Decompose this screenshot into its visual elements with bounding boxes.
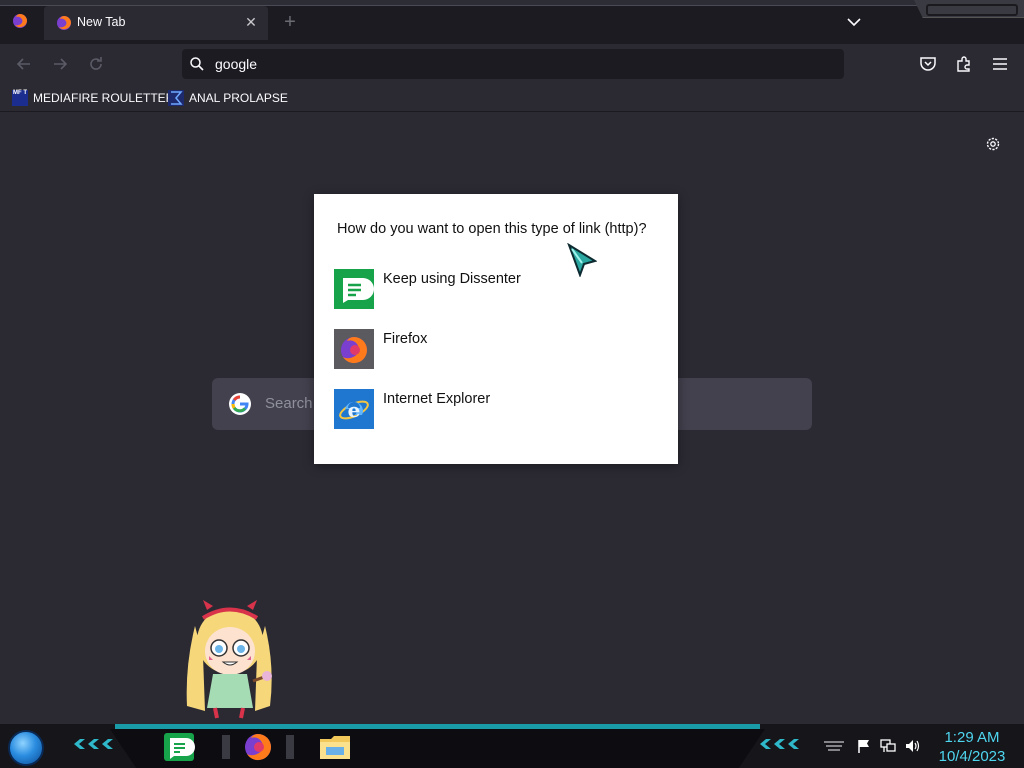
bookmark-label: ANAL PROLAPSE: [189, 91, 288, 105]
mouse-cursor-icon: [567, 243, 597, 277]
extensions-puzzle-icon[interactable]: [954, 54, 974, 74]
window-decoration: [914, 0, 1024, 18]
bookmarks-toolbar: MF T MEDIAFIRE ROULETTER ANAL PROLAPSE: [0, 84, 1024, 112]
taskbar-clock[interactable]: 1:29 AM 10/4/2023: [932, 728, 1012, 766]
bookmark-sigma-icon: [168, 90, 184, 106]
bookmark-label: MEDIAFIRE ROULETTER: [33, 91, 175, 105]
url-input[interactable]: google: [215, 56, 257, 72]
desktop-character-sticker: [186, 600, 272, 719]
clock-time: 1:29 AM: [944, 729, 1000, 746]
tab-strip: New Tab ✕ +: [0, 0, 1024, 44]
back-arrow-icon[interactable]: [14, 54, 34, 74]
clock-date: 10/4/2023: [938, 748, 1006, 765]
option-label: Internet Explorer: [383, 391, 491, 407]
gear-icon[interactable]: [984, 135, 1002, 153]
firefox-icon: [57, 16, 71, 30]
internet-explorer-icon: e: [334, 389, 374, 429]
tab-title: New Tab: [77, 15, 126, 29]
action-center-flag-icon[interactable]: [856, 738, 872, 754]
file-explorer-icon[interactable]: [318, 731, 352, 763]
option-internet-explorer[interactable]: e Internet Explorer: [334, 389, 654, 429]
taskbar-center-panel: [110, 729, 765, 768]
forward-arrow-icon[interactable]: [50, 54, 70, 74]
taskbar-decor-chevrons-left: [74, 739, 113, 749]
start-button[interactable]: [8, 730, 44, 766]
open-with-dialog: How do you want to open this type of lin…: [314, 194, 678, 464]
taskbar-accent-glow: [115, 724, 760, 729]
reload-icon[interactable]: [86, 54, 106, 74]
navigation-toolbar: google: [0, 44, 1024, 84]
tab-new-tab[interactable]: New Tab ✕: [44, 6, 268, 40]
mft-icon: MF T: [12, 90, 28, 106]
hamburger-menu-icon[interactable]: [990, 54, 1010, 74]
bookmark-mediafire-rouletter[interactable]: MF T MEDIAFIRE ROULETTER: [12, 88, 174, 108]
show-hidden-icons-icon[interactable]: [822, 738, 846, 754]
option-label: Keep using Dissenter: [383, 271, 521, 287]
pocket-icon[interactable]: [918, 54, 938, 74]
option-label: Firefox: [383, 331, 428, 347]
search-placeholder: Search: [265, 395, 313, 412]
google-logo-icon: [229, 393, 251, 415]
dialog-question: How do you want to open this type of lin…: [337, 221, 647, 237]
close-icon[interactable]: ✕: [242, 13, 260, 31]
network-icon[interactable]: [880, 738, 896, 754]
new-tab-plus-icon[interactable]: +: [280, 12, 300, 32]
chevron-down-icon[interactable]: [844, 12, 864, 32]
volume-icon[interactable]: [904, 738, 920, 754]
firefox-icon[interactable]: [222, 731, 294, 763]
firefox-icon: [334, 329, 374, 369]
taskbar-decor-chevrons-right: [760, 739, 799, 749]
firefox-menu-icon[interactable]: [12, 13, 28, 29]
option-keep-using-dissenter[interactable]: Keep using Dissenter: [334, 269, 654, 309]
bookmark-anal-prolapse[interactable]: ANAL PROLAPSE: [168, 88, 288, 108]
svg-text:e: e: [348, 398, 361, 422]
option-firefox[interactable]: Firefox: [334, 329, 654, 369]
dissenter-icon: [334, 269, 374, 309]
search-icon: [190, 57, 204, 71]
dissenter-icon[interactable]: [162, 731, 196, 763]
url-bar[interactable]: google: [182, 49, 844, 79]
